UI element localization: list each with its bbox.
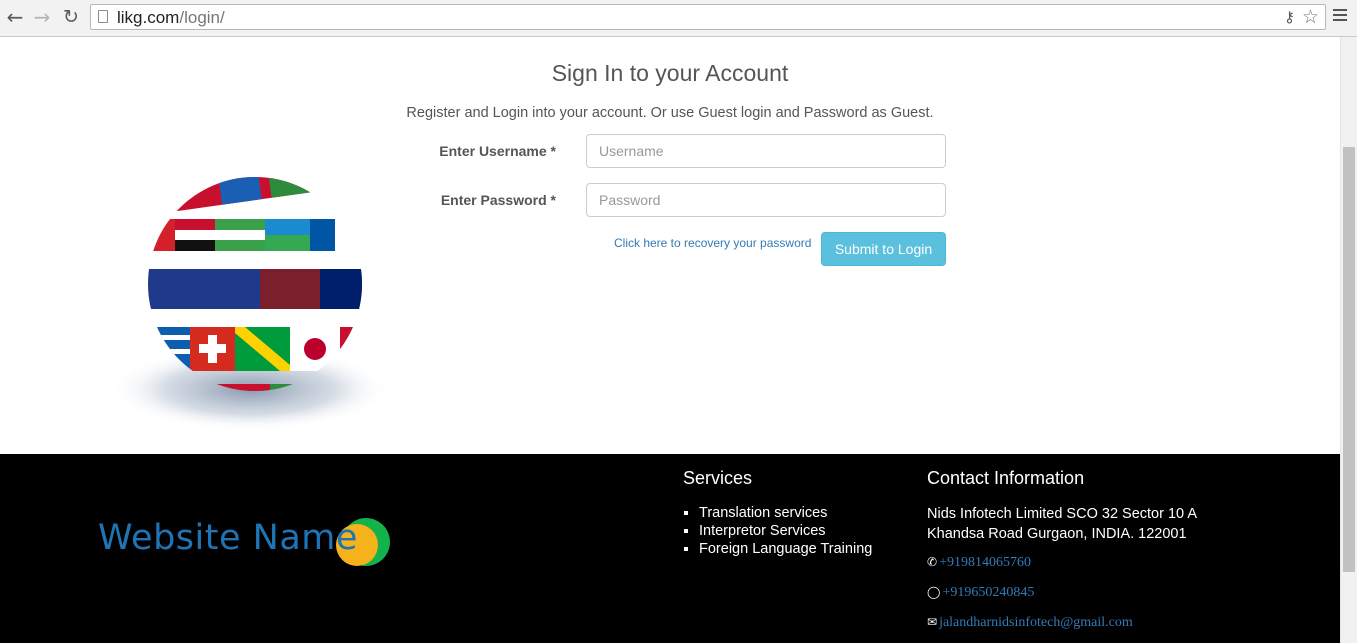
services-heading: Services bbox=[683, 468, 753, 488]
url-path: /login/ bbox=[179, 8, 225, 27]
service-item: Interpretor Services bbox=[699, 522, 872, 540]
logo-text: Website Name bbox=[98, 518, 358, 558]
username-input[interactable] bbox=[586, 134, 946, 168]
page-icon bbox=[98, 10, 108, 23]
hamburger-menu-icon[interactable] bbox=[1333, 9, 1347, 24]
username-label: Enter Username * bbox=[376, 143, 556, 159]
flag-globe-image bbox=[110, 177, 390, 431]
submit-login-button[interactable]: Submit to Login bbox=[821, 232, 946, 266]
email-link[interactable]: jalandharnidsinfotech@gmail.com bbox=[939, 615, 1133, 630]
page-title: Sign In to your Account bbox=[551, 60, 789, 86]
bookmark-star-icon[interactable]: ☆ bbox=[1302, 6, 1319, 28]
main-content: Sign In to your Account Register and Log… bbox=[0, 37, 1340, 454]
contact-heading: Contact Information bbox=[927, 468, 1085, 488]
url-text[interactable]: likg.com/login/ bbox=[117, 8, 225, 28]
address-bar[interactable]: likg.com/login/ ⚷ ☆ bbox=[90, 4, 1326, 30]
back-arrow-icon[interactable]: ← bbox=[4, 6, 26, 28]
whatsapp-link[interactable]: +919650240845 bbox=[942, 585, 1034, 600]
reload-icon[interactable]: ↻ bbox=[60, 6, 82, 28]
required-mark: * bbox=[550, 143, 556, 159]
url-host: likg.com bbox=[117, 8, 180, 27]
envelope-icon: ✉ bbox=[927, 615, 938, 629]
recover-password-link[interactable]: Click here to recovery your password bbox=[614, 236, 811, 250]
password-label: Enter Password * bbox=[376, 192, 556, 208]
username-label-text: Enter Username bbox=[439, 143, 547, 159]
login-subtitle: Register and Login into your account. Or… bbox=[406, 105, 934, 121]
browser-toolbar: ← → ↻ likg.com/login/ ⚷ ☆ bbox=[0, 0, 1357, 37]
key-icon[interactable]: ⚷ bbox=[1284, 8, 1295, 26]
address-line: Khandsa Road Gurgaon, INDIA. 122001 bbox=[927, 526, 1187, 542]
services-list: Translation services Interpretor Service… bbox=[683, 504, 872, 558]
site-footer: Website Name Services Translation servic… bbox=[0, 454, 1340, 643]
password-label-text: Enter Password bbox=[440, 192, 547, 208]
address: Nids Infotech Limited SCO 32 Sector 10 A… bbox=[927, 504, 1227, 544]
forward-arrow-icon[interactable]: → bbox=[31, 6, 53, 28]
service-item: Foreign Language Training bbox=[699, 540, 872, 558]
site-logo[interactable]: Website Name bbox=[98, 516, 398, 576]
phone-link[interactable]: +919814065760 bbox=[939, 555, 1031, 570]
phone-line: ✆ +919814065760 bbox=[927, 555, 1031, 571]
whatsapp-line: ◯ +919650240845 bbox=[927, 585, 1034, 601]
page-scrollbar[interactable] bbox=[1340, 37, 1357, 643]
scrollbar-thumb[interactable] bbox=[1343, 147, 1355, 572]
phone-icon: ✆ bbox=[927, 555, 938, 569]
address-line: Nids Infotech Limited SCO 32 Sector 10 A bbox=[927, 506, 1197, 522]
required-mark: * bbox=[550, 192, 556, 208]
email-line: ✉ jalandharnidsinfotech@gmail.com bbox=[927, 615, 1133, 631]
service-item: Translation services bbox=[699, 504, 872, 522]
whatsapp-icon: ◯ bbox=[927, 585, 941, 599]
password-input[interactable] bbox=[586, 183, 946, 217]
